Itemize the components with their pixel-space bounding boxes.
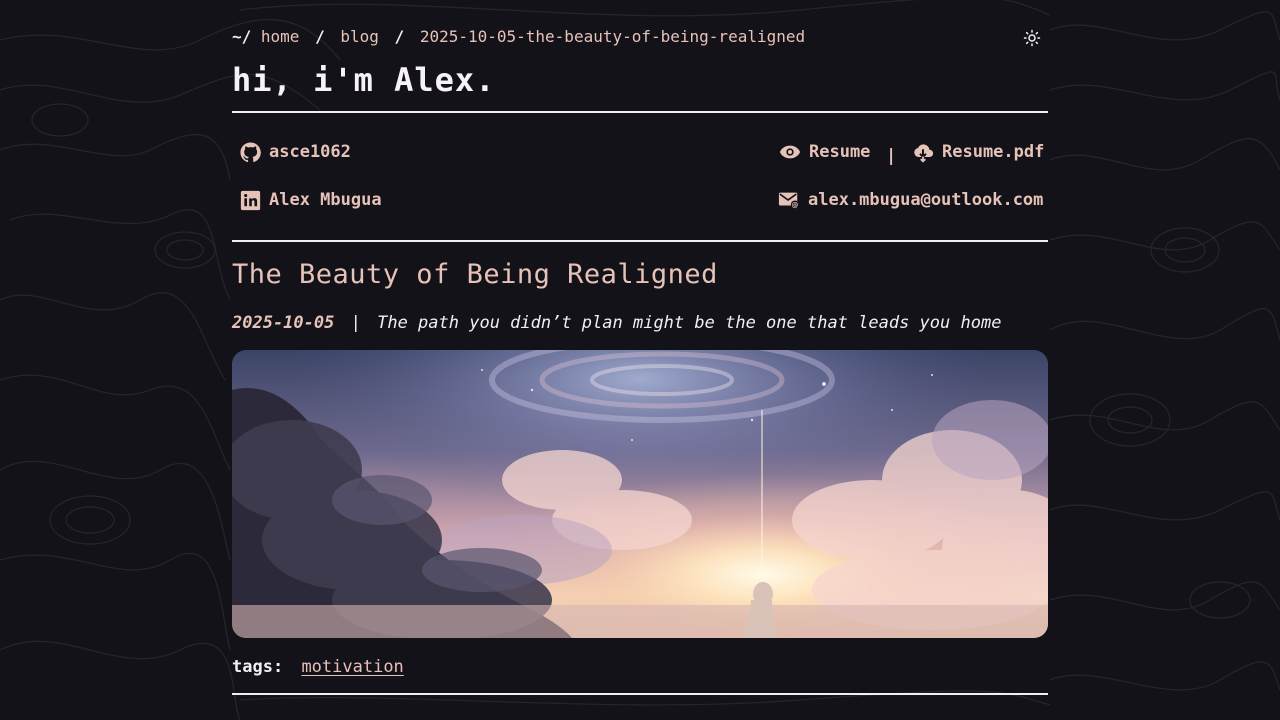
eye-icon <box>779 141 801 163</box>
breadcrumb-root: ~/ <box>232 27 252 46</box>
breadcrumb-separator: / <box>394 27 405 46</box>
resume-separator: | <box>886 146 897 166</box>
email-link[interactable]: @ alex.mbugua@outlook.com <box>778 189 1043 211</box>
meta-separator: | <box>350 313 361 333</box>
breadcrumb-current-post[interactable]: 2025-10-05-the-beauty-of-being-realigned <box>420 27 805 46</box>
theme-toggle-button[interactable] <box>1020 26 1044 50</box>
contacts-divider <box>232 240 1048 242</box>
post-title: The Beauty of Being Realigned <box>232 259 718 290</box>
cloud-download-icon <box>912 141 934 163</box>
post-header-divider <box>232 693 1048 695</box>
resume-pdf-label: Resume.pdf <box>942 142 1045 162</box>
header-divider <box>232 111 1048 113</box>
post-date: 2025-10-05 <box>232 313 335 333</box>
breadcrumb: ~/ home / blog / 2025-10-05-the-beauty-o… <box>232 26 805 48</box>
linkedin-name: Alex Mbugua <box>269 190 382 210</box>
breadcrumb-home-link[interactable]: home <box>261 27 300 46</box>
tags-label: tags: <box>232 657 284 677</box>
tag-motivation-link[interactable]: motivation <box>301 657 403 677</box>
breadcrumb-separator: / <box>315 27 325 46</box>
resume-link[interactable]: Resume <box>779 141 870 163</box>
github-link[interactable]: asce1062 <box>239 141 351 163</box>
github-icon <box>239 141 261 163</box>
sun-icon <box>1023 29 1041 47</box>
post-subtitle: The path you didn’t plan might be the on… <box>377 313 1002 333</box>
email-address: alex.mbugua@outlook.com <box>808 190 1044 210</box>
breadcrumb-blog-link[interactable]: blog <box>340 27 379 46</box>
page-container: ~/ home / blog / 2025-10-05-the-beauty-o… <box>232 0 1048 720</box>
post-hero-image <box>232 350 1048 638</box>
resume-label: Resume <box>809 142 871 162</box>
post-meta: 2025-10-05 | The path you didn’t plan mi… <box>232 311 1001 335</box>
github-username: asce1062 <box>269 142 351 162</box>
site-title: hi, i'm Alex. <box>232 61 496 99</box>
resume-pdf-download-link[interactable]: Resume.pdf <box>912 141 1044 163</box>
linkedin-icon <box>239 189 261 211</box>
post-tags: tags: motivation <box>232 655 404 679</box>
svg-text:@: @ <box>792 201 799 209</box>
mail-icon: @ <box>778 189 800 211</box>
linkedin-link[interactable]: Alex Mbugua <box>239 189 382 211</box>
